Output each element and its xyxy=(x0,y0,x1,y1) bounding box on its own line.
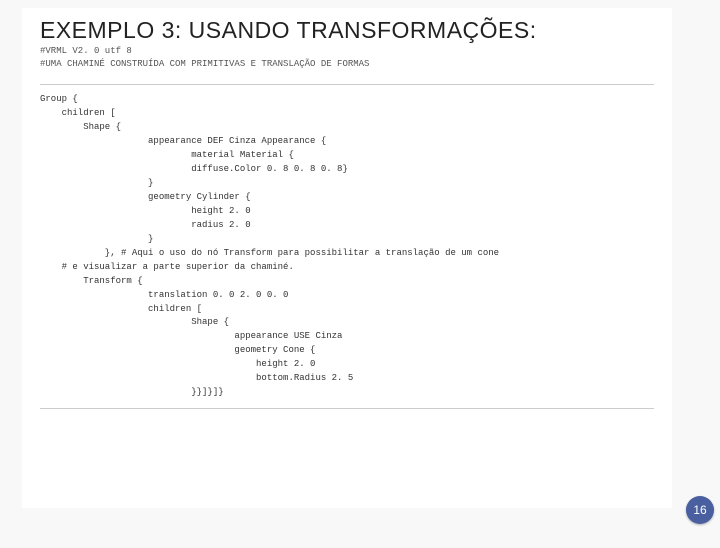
code-block: Group { children [ Shape { appearance DE… xyxy=(40,84,654,409)
subtitle-block: #VRML V2. 0 utf 8 #UMA CHAMINÉ CONSTRUÍD… xyxy=(40,45,654,70)
subtitle-line-2: #UMA CHAMINÉ CONSTRUÍDA COM PRIMITIVAS E… xyxy=(40,58,654,71)
page-number: 16 xyxy=(693,503,706,517)
slide-title: EXEMPLO 3: USANDO TRANSFORMAÇÕES: xyxy=(40,18,654,43)
page-number-badge: 16 xyxy=(686,496,714,524)
slide-container: EXEMPLO 3: USANDO TRANSFORMAÇÕES: #VRML … xyxy=(22,8,672,508)
subtitle-line-1: #VRML V2. 0 utf 8 xyxy=(40,45,654,58)
